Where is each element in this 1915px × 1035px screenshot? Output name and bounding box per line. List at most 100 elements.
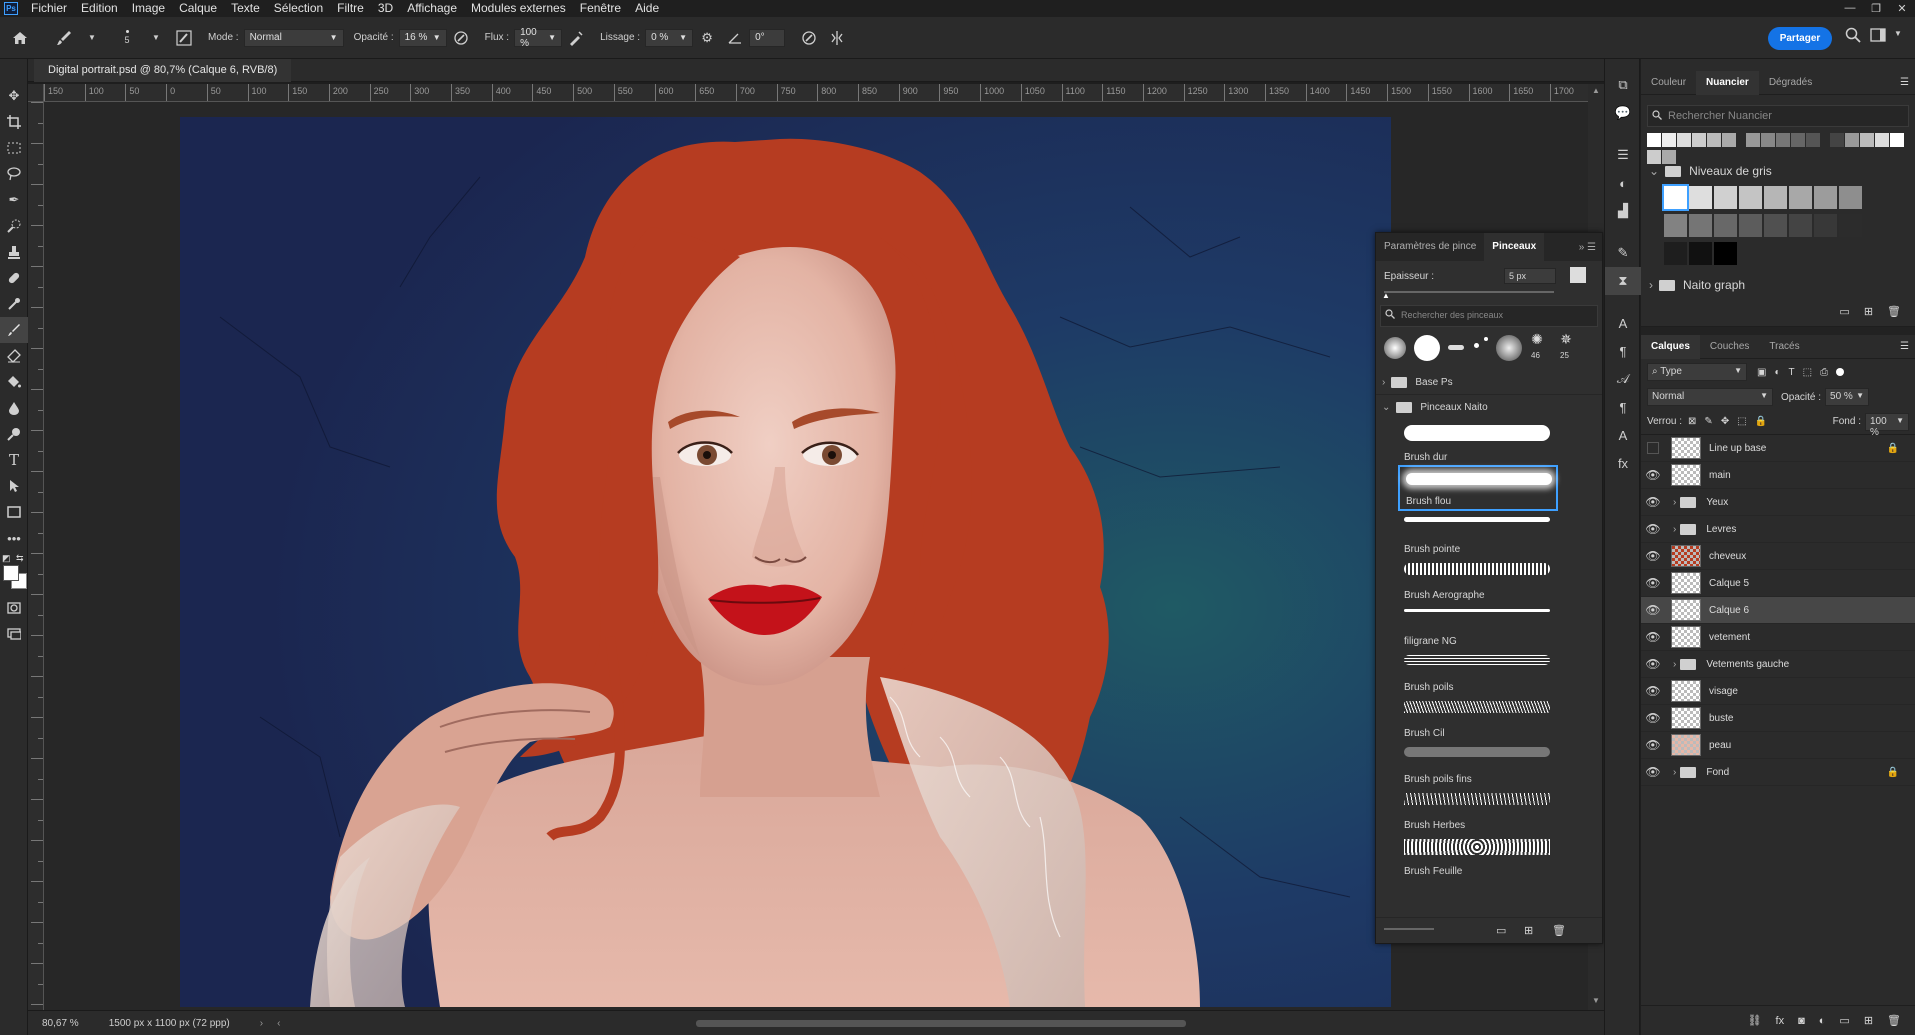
link-layers-icon[interactable]: ⛓ bbox=[1748, 1014, 1762, 1027]
visibility-eye-icon[interactable]: 👁 bbox=[1641, 630, 1665, 644]
home-icon[interactable] bbox=[10, 28, 30, 48]
opacity-field[interactable]: 16 % ▼ bbox=[398, 28, 447, 47]
chevron-down-icon[interactable]: ▼ bbox=[146, 28, 166, 48]
share-button[interactable]: Partager bbox=[1768, 27, 1832, 50]
chevron-right-icon[interactable]: › bbox=[1673, 767, 1676, 778]
thickness-slider-handle[interactable]: ▲ bbox=[1382, 291, 1390, 300]
recent-swatch[interactable] bbox=[1791, 133, 1805, 147]
brush-tool-icon[interactable] bbox=[0, 317, 28, 343]
adjustment-layer-icon[interactable]: ◐ bbox=[1819, 1015, 1826, 1027]
gray-swatch[interactable] bbox=[1764, 186, 1787, 209]
glyphs-icon[interactable]: 𝒜 bbox=[1605, 365, 1641, 393]
layer-row[interactable]: 👁 visage bbox=[1641, 678, 1915, 705]
preview-size-slider[interactable] bbox=[1384, 928, 1434, 930]
visibility-eye-icon[interactable]: 👁 bbox=[1641, 711, 1665, 725]
layer-row[interactable]: 👁 main bbox=[1641, 462, 1915, 489]
pressure-opacity-icon[interactable] bbox=[451, 28, 471, 48]
brush-preset-item[interactable]: Brush poils fins bbox=[1398, 741, 1558, 787]
layer-row[interactable]: 👁 Calque 5 bbox=[1641, 570, 1915, 597]
menu-item[interactable]: Calque bbox=[172, 0, 224, 17]
panel-menu-icon[interactable]: ☰ bbox=[1900, 77, 1915, 88]
layer-group-row[interactable]: 👁 › Vetements gauche bbox=[1641, 651, 1915, 678]
lock-pixels-icon[interactable]: ✎ bbox=[1704, 416, 1712, 427]
delete-trash-icon[interactable]: 🗑 bbox=[1887, 305, 1901, 318]
ruler-origin[interactable] bbox=[28, 84, 44, 102]
lock-position-icon[interactable]: ✥ bbox=[1721, 416, 1729, 427]
layer-row[interactable]: 👁 cheveux bbox=[1641, 543, 1915, 570]
gray-swatch[interactable] bbox=[1739, 186, 1762, 209]
new-swatch-plus-icon[interactable]: ⊞ bbox=[1864, 305, 1873, 318]
layer-group-row[interactable]: 👁 › Levres bbox=[1641, 516, 1915, 543]
recent-swatch[interactable] bbox=[1806, 133, 1820, 147]
new-group-folder-icon[interactable]: ▭ bbox=[1496, 924, 1506, 937]
brush-settings-icon[interactable]: ✎ bbox=[1605, 239, 1641, 267]
menu-item[interactable]: 3D bbox=[371, 0, 400, 17]
brush-group-naito[interactable]: ⌄ Pinceaux Naito bbox=[1376, 395, 1602, 419]
lasso-tool-icon[interactable] bbox=[0, 161, 28, 187]
zoom-level[interactable]: 80,67 % bbox=[42, 1018, 79, 1029]
canvas-area[interactable] bbox=[44, 102, 1604, 1010]
recent-swatch[interactable] bbox=[1662, 150, 1676, 164]
filter-pixel-icon[interactable]: ▣ bbox=[1757, 367, 1766, 378]
tab-swatches[interactable]: Nuancier bbox=[1696, 70, 1759, 95]
delete-trash-icon[interactable]: 🗑 bbox=[1887, 1014, 1901, 1027]
menu-item[interactable]: Modules externes bbox=[464, 0, 573, 17]
gray-swatch[interactable] bbox=[1689, 242, 1712, 265]
gray-swatch[interactable] bbox=[1839, 214, 1862, 237]
symmetry-icon[interactable] bbox=[827, 28, 847, 48]
brush-preset-item[interactable]: Brush flou bbox=[1398, 465, 1558, 511]
visibility-eye-icon[interactable]: 👁 bbox=[1641, 684, 1665, 698]
layer-row[interactable]: 👁 vetement bbox=[1641, 624, 1915, 651]
filter-type-icon[interactable]: T bbox=[1789, 367, 1795, 378]
preset-flat[interactable] bbox=[1448, 345, 1464, 350]
chevron-right-icon[interactable]: › bbox=[1673, 497, 1676, 508]
filter-toggle-icon[interactable] bbox=[1836, 368, 1845, 376]
brush-preset-item[interactable]: Brush Cil bbox=[1398, 695, 1558, 741]
close-icon[interactable]: ✕ bbox=[1889, 2, 1915, 15]
move-tool-icon[interactable]: ✥ bbox=[0, 83, 28, 109]
layer-row[interactable]: Line up base 🔒 bbox=[1641, 435, 1915, 462]
chevron-right-icon[interactable]: › bbox=[260, 1018, 263, 1029]
tab-brushes[interactable]: Pinceaux bbox=[1484, 233, 1545, 261]
visibility-eye-icon[interactable]: 👁 bbox=[1641, 657, 1665, 671]
brush-preset-item[interactable]: Brush Aerographe bbox=[1398, 557, 1558, 603]
comments-icon[interactable]: 💬 bbox=[1605, 99, 1641, 127]
document-tab[interactable]: Digital portrait.psd @ 80,7% (Calque 6, … bbox=[34, 59, 292, 82]
history-icon[interactable]: ⧉ bbox=[1605, 71, 1641, 99]
scroll-up-icon[interactable]: ▲ bbox=[1592, 86, 1600, 95]
type-tool-icon[interactable]: T bbox=[0, 447, 28, 473]
lock-transparent-icon[interactable]: ⊠ bbox=[1688, 416, 1696, 427]
pen-tool-icon[interactable]: ✒ bbox=[0, 187, 28, 213]
fill-field[interactable]: 100 % ▼ bbox=[1865, 412, 1909, 438]
recent-swatch[interactable] bbox=[1692, 133, 1706, 147]
gray-swatch[interactable] bbox=[1764, 214, 1787, 237]
brush-size-preview[interactable]: 5 bbox=[112, 30, 142, 45]
layer-group-row[interactable]: 👁 › Fond 🔒 bbox=[1641, 759, 1915, 786]
search-icon[interactable] bbox=[1845, 27, 1861, 46]
layer-filter-select[interactable]: ⌕ Type ▼ bbox=[1647, 363, 1747, 381]
dodge-tool-icon[interactable] bbox=[0, 421, 28, 447]
quick-mask-icon[interactable] bbox=[0, 595, 28, 621]
gray-swatch[interactable] bbox=[1714, 186, 1737, 209]
preset-soft-round[interactable] bbox=[1384, 337, 1406, 359]
pressure-size-icon[interactable] bbox=[799, 28, 819, 48]
new-brush-icon[interactable] bbox=[1570, 267, 1586, 283]
tab-paths[interactable]: Tracés bbox=[1759, 335, 1809, 359]
healing-brush-tool-icon[interactable] bbox=[0, 265, 28, 291]
brush-tool-icon[interactable] bbox=[54, 28, 74, 48]
panel-menu-icon[interactable]: » ☰ bbox=[1579, 242, 1602, 253]
recent-swatch[interactable] bbox=[1647, 133, 1661, 147]
visibility-eye-icon[interactable]: 👁 bbox=[1641, 522, 1665, 536]
foreground-color-swatch[interactable] bbox=[3, 565, 19, 581]
eraser-tool-icon[interactable] bbox=[0, 343, 28, 369]
scroll-left-icon[interactable]: ‹ bbox=[277, 1018, 280, 1029]
gray-swatch[interactable] bbox=[1839, 186, 1862, 209]
gray-swatch[interactable] bbox=[1664, 214, 1687, 237]
recent-swatch[interactable] bbox=[1830, 133, 1844, 147]
lock-all-icon[interactable]: 🔒 bbox=[1755, 416, 1767, 427]
swatch-group-gray[interactable]: ⌄ Niveaux de gris bbox=[1641, 159, 1915, 183]
brush-preset-item[interactable]: filigrane NG bbox=[1398, 603, 1558, 649]
brush-preset-item[interactable]: Brush poils bbox=[1398, 649, 1558, 695]
scroll-down-icon[interactable]: ▼ bbox=[1592, 996, 1600, 1005]
tab-brush-settings[interactable]: Paramètres de pince bbox=[1376, 233, 1484, 261]
